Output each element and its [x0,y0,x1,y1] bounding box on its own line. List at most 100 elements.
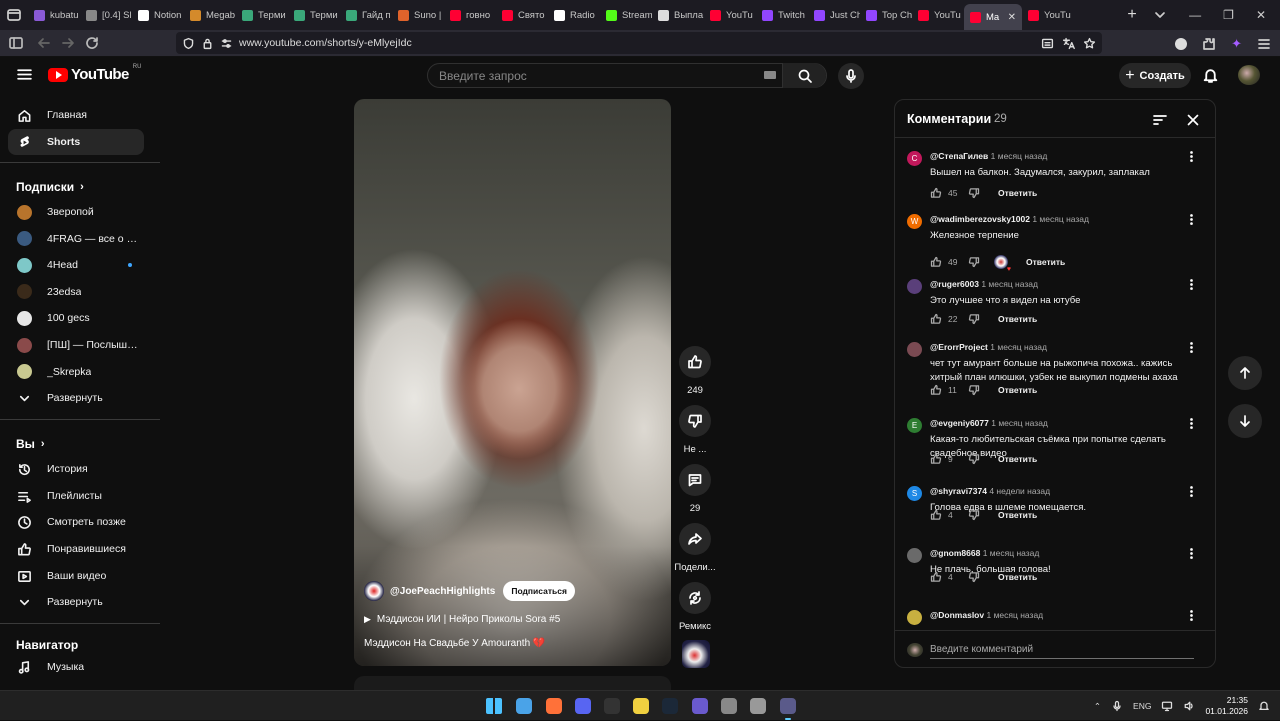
comment-author[interactable]: @shyravi7374 [930,486,987,496]
like-button[interactable] [679,346,711,378]
taskbar-terminal-icon[interactable] [602,696,622,716]
thumbs-up-icon[interactable] [930,256,942,268]
reply-button[interactable]: Ответить [1026,257,1065,267]
app-menu-icon[interactable] [1256,36,1272,52]
browser-tab[interactable]: YouTu [912,0,964,30]
comment-time[interactable]: 1 месяц назад [990,342,1047,352]
comments-button[interactable] [679,464,711,496]
browser-tab[interactable]: Выпла [652,0,704,30]
browser-tab[interactable]: YouTu [1022,0,1074,30]
comment-input[interactable]: Введите комментарий [930,644,1194,659]
comment-avatar[interactable]: S [907,486,922,501]
avatar[interactable] [1238,65,1260,85]
comment-avatar[interactable]: С [907,151,922,166]
sidebar-toggle-icon[interactable] [4,30,28,57]
url-text[interactable]: www.youtube.com/shorts/y-eMlyejIdc [239,37,412,49]
comment-avatar[interactable] [907,610,922,625]
maximize-button[interactable]: ❐ [1223,8,1234,22]
channel-avatar[interactable] [364,581,384,601]
sidebar-channel-item[interactable]: [ПШ] — Послышал... [8,332,144,358]
voice-search-button[interactable] [838,63,864,89]
channel-name[interactable]: @JoePeachHighlights [390,586,495,597]
thumbs-down-icon[interactable] [968,313,980,325]
browser-tab[interactable]: YouTu [704,0,756,30]
comment-author[interactable]: @СтепаГилев [930,151,988,161]
account-icon[interactable] [1175,37,1188,50]
reply-button[interactable]: Ответить [998,188,1037,198]
next-short-button[interactable] [1228,404,1262,438]
sort-button[interactable] [1152,112,1168,128]
microphone-icon[interactable] [1111,700,1123,712]
sidebar-expand-subscriptions[interactable]: Развернуть [8,385,144,411]
comment-avatar[interactable]: W [907,214,922,229]
thumbs-down-icon[interactable] [968,571,980,583]
reply-button[interactable]: Ответить [998,454,1037,464]
taskbar-app-triangle-icon[interactable] [690,696,710,716]
sidebar-item-shorts[interactable]: Shorts [8,129,144,155]
thumbs-down-icon[interactable] [968,384,980,396]
volume-icon[interactable] [1183,700,1195,712]
subscriptions-heading[interactable]: Подписки › [16,180,84,194]
minimize-button[interactable]: — [1189,8,1201,22]
reply-button[interactable]: Ответить [998,510,1037,520]
browser-tab[interactable]: Megab [184,0,236,30]
taskbar-firefox-icon[interactable] [544,696,564,716]
thumbs-down-icon[interactable] [968,453,980,465]
extensions-icon[interactable] [1201,36,1217,52]
tab-overview-icon[interactable] [0,0,28,30]
comment-time[interactable]: 1 месяц назад [981,279,1038,289]
comment-time[interactable]: 1 месяц назад [983,548,1040,558]
url-bar[interactable]: www.youtube.com/shorts/y-eMlyejIdc [176,32,1102,54]
browser-tab[interactable]: Терми [288,0,340,30]
sidebar-item-watch-later[interactable]: Смотреть позже [8,509,144,535]
language-indicator[interactable]: ENG [1133,701,1151,711]
you-heading[interactable]: Вы › [16,437,45,451]
thumbs-down-icon[interactable] [968,509,980,521]
youtube-logo[interactable]: YouTube RU [48,64,141,83]
browser-tab[interactable]: Свято [496,0,548,30]
search-button[interactable] [782,63,826,88]
create-button[interactable]: + Создать [1119,63,1191,88]
close-comments-button[interactable] [1185,112,1201,128]
sidebar-channel-item[interactable]: 4FRAG — все о сов... [8,226,144,252]
close-window-button[interactable]: ✕ [1256,8,1266,22]
comment-author[interactable]: @wadimberezovsky1002 [930,214,1030,224]
share-button[interactable] [679,523,711,555]
browser-tab[interactable]: говно [444,0,496,30]
notification-center-icon[interactable] [1258,700,1270,712]
comment-menu-button[interactable] [1185,485,1198,498]
comment-avatar[interactable]: E [907,418,922,433]
comment-menu-button[interactable] [1185,547,1198,560]
sidebar-item-history[interactable]: История [8,456,144,482]
comment-menu-button[interactable] [1185,213,1198,226]
back-button[interactable] [32,30,56,57]
browser-tab[interactable]: Top Ch [860,0,912,30]
browser-tab[interactable]: Suno | [392,0,444,30]
browser-tab[interactable]: [0.4] Sl [80,0,132,30]
comment-author[interactable]: @ErorrProject [930,342,988,352]
extension-logo-icon[interactable]: ✦ [1231,36,1242,52]
comment-author[interactable]: @evgeniy6077 [930,418,989,428]
shield-icon[interactable] [182,37,195,50]
sidebar-item-your-videos[interactable]: Ваши видео [8,563,144,589]
thumbs-up-icon[interactable] [930,313,942,325]
comment-avatar[interactable] [907,342,922,357]
comment-time[interactable]: 1 месяц назад [991,151,1048,161]
browser-tab[interactable]: Терми [236,0,288,30]
previous-short-button[interactable] [1228,356,1262,390]
permissions-icon[interactable] [220,37,233,50]
comment-menu-button[interactable] [1185,417,1198,430]
reload-button[interactable] [80,30,104,57]
keyboard-icon[interactable] [764,71,776,79]
sidebar-channel-item[interactable]: 4Head [8,252,144,278]
remix-button[interactable] [679,582,711,614]
taskbar-discord-icon[interactable] [573,696,593,716]
thumbs-down-icon[interactable] [968,187,980,199]
dislike-button[interactable] [679,405,711,437]
browser-tab[interactable]: Stream [600,0,652,30]
thumbs-up-icon[interactable] [930,384,942,396]
comment-menu-button[interactable] [1185,341,1198,354]
sidebar-item-playlists[interactable]: Плейлисты [8,483,144,509]
thumbs-down-icon[interactable] [968,256,980,268]
close-tab-icon[interactable]: ✕ [1008,12,1016,23]
